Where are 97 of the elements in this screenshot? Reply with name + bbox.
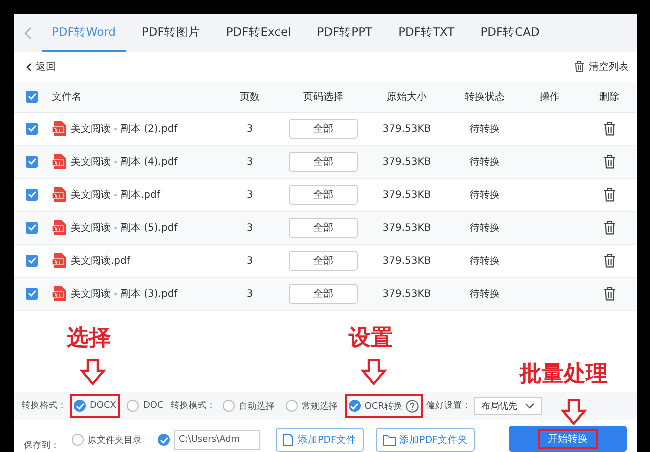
radio-button[interactable] <box>158 434 170 446</box>
table-cell-text: 379.53KB <box>382 288 432 300</box>
delete-icon[interactable] <box>604 122 616 136</box>
page-range-button[interactable]: 全部 <box>289 152 358 172</box>
help-icon[interactable] <box>406 400 420 412</box>
table-cell-text: 待转换 <box>469 288 501 301</box>
folder-icon <box>382 434 396 446</box>
save-label: 保存到： <box>24 440 60 452</box>
checkbox[interactable] <box>26 222 38 234</box>
file-name: 美文阅读 - 副本 (2).pdf <box>71 122 178 136</box>
tab[interactable]: PDF转Excel <box>216 14 302 52</box>
annotation-label: 选择 <box>67 326 111 352</box>
checkbox[interactable] <box>26 122 38 135</box>
table-cell-text: 3 <box>246 222 254 234</box>
option-label: 自动选择 <box>238 400 275 412</box>
option-label: DOC <box>143 401 164 411</box>
option-label: 转换格式： <box>22 400 67 412</box>
radio-button[interactable] <box>72 434 84 446</box>
file-name: 美文阅读 - 副本 (5).pdf <box>71 222 178 235</box>
page-range-button[interactable]: 全部 <box>289 185 358 205</box>
table-cell-text: 379.53KB <box>382 124 432 134</box>
pdf-file-icon <box>52 286 67 302</box>
checkbox[interactable] <box>26 156 38 168</box>
annotation-label: 批量处理 <box>520 362 608 388</box>
table-cell-text: 379.53KB <box>382 190 432 200</box>
option-label: 原文件夹目录 <box>88 434 142 446</box>
table-cell-text: 3 <box>246 288 254 300</box>
trash-icon <box>574 61 585 73</box>
tab[interactable]: PDF转TXT <box>388 14 465 52</box>
add-button[interactable]: 添加PDF文件夹 <box>376 428 476 452</box>
delete-icon[interactable] <box>604 155 616 169</box>
column-header: 操作 <box>539 91 561 104</box>
tab[interactable]: PDF转图片 <box>132 14 210 52</box>
back-link[interactable]: 返回 <box>26 60 56 74</box>
file-icon <box>283 434 294 446</box>
back-chevron-icon[interactable] <box>24 26 32 40</box>
clear-list-button[interactable]: 清空列表 <box>574 60 629 74</box>
table-cell-text: 379.53KB <box>382 156 432 168</box>
radio-button[interactable] <box>127 400 140 412</box>
radio-button[interactable] <box>286 400 298 412</box>
radio-button[interactable] <box>348 400 361 412</box>
add-button[interactable]: 添加PDF文件 <box>276 428 364 452</box>
pdf-file-icon <box>52 121 67 137</box>
delete-icon[interactable] <box>604 254 616 268</box>
column-header: 删除 <box>598 91 620 104</box>
delete-icon[interactable] <box>604 188 616 202</box>
option-label: 转换模式： <box>170 400 216 412</box>
file-name: 美文阅读 - 副本 (4).pdf <box>71 156 178 169</box>
page-range-button[interactable]: 全部 <box>289 251 358 271</box>
column-header: 页数 <box>239 91 261 104</box>
down-arrow-icon <box>361 359 387 385</box>
file-name: 美文阅读.pdf <box>71 254 130 268</box>
column-header: 文件名 <box>52 90 83 104</box>
pdf-file-icon <box>52 253 67 269</box>
table-cell-text: 3 <box>246 190 254 200</box>
table-cell-text: 379.53KB <box>382 222 432 234</box>
table-cell-text: 待转换 <box>469 156 501 169</box>
preference-dropdown[interactable]: 布局优先 <box>474 397 542 415</box>
checkbox[interactable] <box>26 254 38 267</box>
delete-icon[interactable] <box>604 221 616 235</box>
page-range-button[interactable]: 全部 <box>289 119 358 139</box>
chevron-left-icon <box>26 62 32 72</box>
checkbox[interactable] <box>26 288 38 300</box>
down-arrow-icon <box>80 359 106 385</box>
page-range-button[interactable]: 全部 <box>289 218 358 238</box>
option-label: OCR转换 <box>364 400 402 412</box>
table-cell-text: 待转换 <box>469 254 501 268</box>
pdf-file-icon <box>52 154 67 170</box>
annotation-label: 设置 <box>349 326 393 352</box>
chevron-down-icon <box>525 403 536 409</box>
table-cell-text: 待转换 <box>469 188 501 202</box>
table-cell-text: 3 <box>246 156 254 168</box>
pdf-file-icon <box>52 187 67 203</box>
table-cell-text: 待转换 <box>469 122 501 136</box>
checkbox[interactable] <box>26 188 38 201</box>
column-header: 转换状态 <box>464 90 506 104</box>
table-cell-text: 379.53KB <box>382 256 432 266</box>
path-field[interactable]: C:\Users\Adm <box>174 430 260 450</box>
option-label: DOCX <box>90 401 116 411</box>
table-cell-text: 待转换 <box>469 222 501 235</box>
table-cell-text: 3 <box>246 124 254 134</box>
radio-button[interactable] <box>74 400 86 412</box>
column-header: 页码选择 <box>302 90 344 104</box>
tab[interactable]: PDF转CAD <box>470 14 550 52</box>
pdf-file-icon <box>52 220 67 236</box>
table-cell-text: 3 <box>246 256 254 266</box>
option-label: 偏好设置： <box>426 400 472 412</box>
file-name: 美文阅读 - 副本.pdf <box>71 188 160 202</box>
page-range-button[interactable]: 全部 <box>289 284 358 304</box>
option-label: 常规选择 <box>302 400 338 412</box>
start-button[interactable]: 开始转换 <box>509 426 627 452</box>
checkbox[interactable] <box>26 90 38 103</box>
delete-icon[interactable] <box>604 287 616 301</box>
tab[interactable]: PDF转PPT <box>307 14 383 52</box>
file-name: 美文阅读 - 副本 (3).pdf <box>71 288 178 301</box>
radio-button[interactable] <box>222 400 235 412</box>
column-header: 原始大小 <box>386 90 428 104</box>
